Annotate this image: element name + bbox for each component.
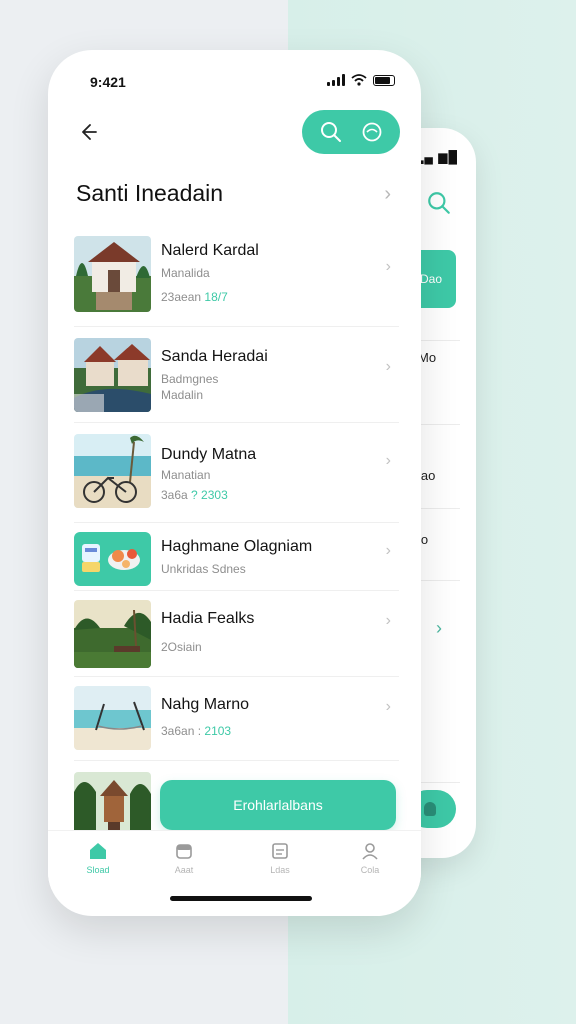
item-meta: 23aean 18/7 — [161, 290, 228, 304]
item-title: Dundy Matna — [161, 446, 257, 463]
calendar-icon — [272, 843, 288, 859]
primary-cta-button[interactable]: Erohlarlalbans — [160, 780, 396, 830]
back-button[interactable] — [74, 118, 102, 146]
chevron-right-icon: › — [385, 452, 391, 469]
divider — [74, 326, 399, 327]
search-icon[interactable] — [426, 190, 452, 216]
home-icon — [90, 843, 106, 859]
tab-label: Cola — [360, 865, 380, 875]
thumbnail-image — [74, 236, 151, 312]
status-time: 9:421 — [90, 74, 126, 90]
thumbnail-image — [74, 686, 151, 750]
divider — [74, 760, 399, 761]
cta-label: Erohlarlalbans — [233, 797, 323, 813]
page-title: Santi Ineadain — [76, 180, 224, 206]
arrow-left-icon — [82, 124, 97, 140]
item-meta: 3a6a ? 2303 — [161, 488, 228, 502]
item-meta-text: Madalin — [161, 388, 204, 402]
item-meta-accent: 2103 — [204, 724, 232, 738]
list-item[interactable]: Hadia Fealks 2Osiain › — [74, 600, 399, 668]
chevron-right-icon: › — [385, 542, 391, 559]
chevron-right-icon[interactable]: › — [384, 183, 391, 206]
wifi-icon — [351, 74, 367, 86]
item-subtitle: 3a6an : — [161, 724, 202, 738]
tab-label: Sload — [86, 865, 110, 875]
search-icon — [320, 122, 341, 142]
status-icons — [327, 74, 395, 86]
battery-icon — [373, 74, 395, 86]
filter-button[interactable] — [358, 118, 386, 146]
divider — [74, 676, 399, 677]
thumbnail-image — [74, 532, 151, 586]
item-meta: Madalin — [161, 388, 203, 402]
chevron-right-icon: › — [385, 698, 391, 715]
list-item[interactable]: Sanda Heradai Badmgnes Madalin › — [74, 338, 399, 412]
chevron-right-icon: › — [385, 612, 391, 629]
main-phone: 9:421 Santi Ineadain › Nalerd Kardal Man… — [48, 50, 421, 916]
item-title: Haghmane Olagniam — [161, 538, 313, 555]
item-meta-accent: ? 2303 — [191, 488, 228, 502]
item-subtitle: Unkridas Sdnes — [161, 562, 246, 576]
box-icon — [176, 844, 192, 859]
item-meta-text: 23aean — [161, 290, 202, 304]
list-item[interactable]: Dundy Matna Manatian 3a6a ? 2303 › — [74, 434, 399, 508]
item-subtitle: Badmgnes — [161, 372, 219, 386]
tab-box[interactable]: Aaat — [159, 841, 209, 875]
chevron-right-icon: › — [385, 358, 391, 375]
item-title: Nalerd Kardal — [161, 242, 259, 259]
filter-icon — [362, 122, 381, 142]
thumbnail-image — [74, 600, 151, 668]
tab-label: Aaat — [174, 865, 194, 875]
list-item[interactable]: Nalerd Kardal Manalida 23aean 18/7 › — [74, 236, 399, 312]
chevron-right-icon: › — [385, 258, 391, 275]
thumbnail-image — [74, 772, 151, 830]
list-item[interactable]: Haghmane Olagniam Unkridas Sdnes › — [74, 532, 399, 586]
item-subtitle: Manatian — [161, 468, 211, 482]
divider — [74, 522, 399, 523]
chevron-right-icon[interactable]: › — [436, 618, 442, 639]
item-title: Hadia Fealks — [161, 610, 255, 627]
thumbnail-image — [74, 338, 151, 412]
back-pill-label: Dao — [419, 272, 442, 286]
tab-profile[interactable]: Cola — [345, 841, 395, 875]
thumbnail-image — [74, 434, 151, 508]
divider — [74, 422, 399, 423]
item-meta-accent: 18/7 — [204, 290, 228, 304]
item-meta-text: 3a6a — [161, 488, 188, 502]
divider — [74, 590, 399, 591]
signal-icon — [327, 74, 345, 86]
item-meta: 3a6an : 2103 — [161, 724, 231, 738]
profile-icon — [362, 843, 378, 860]
item-subtitle: Manalida — [161, 266, 210, 280]
tab-calendar[interactable]: Ldas — [255, 841, 305, 875]
bottom-tab-bar: Sload Aaat Ldas Cola — [48, 830, 421, 890]
item-title: Sanda Heradai — [161, 348, 268, 365]
item-subtitle: 2Osiain — [161, 640, 202, 654]
tab-home[interactable]: Sload — [73, 841, 123, 875]
item-title: Nahg Marno — [161, 696, 250, 713]
home-indicator — [170, 896, 312, 901]
header-action-pill — [302, 110, 400, 154]
tab-label: Ldas — [270, 865, 290, 875]
search-button[interactable] — [317, 118, 345, 146]
list-item[interactable]: Nahg Marno 3a6an : 2103 › — [74, 686, 399, 750]
